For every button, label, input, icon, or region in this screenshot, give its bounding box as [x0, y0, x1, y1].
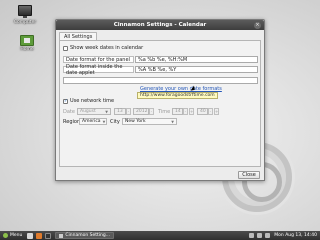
show-week-dates-label: Show week dates in calendar	[70, 45, 144, 51]
city-label: City	[110, 118, 120, 125]
terminal-icon[interactable]	[45, 232, 52, 239]
window-titlebar[interactable]: Cinnamon Settings - Calendar ×	[56, 20, 264, 30]
menu-button[interactable]: Menu	[1, 233, 24, 238]
region-select[interactable]: America ▼	[79, 118, 107, 125]
date-time-row: Date August ▼ 13 - 2012 - Time 14 - + 40…	[63, 108, 219, 115]
format-preview-field	[63, 77, 258, 84]
region-city-row: Region America ▼ City New York ▼	[63, 118, 177, 125]
clock[interactable]: Mon Aug 13, 14:40	[274, 233, 317, 238]
city-value: New York	[125, 119, 146, 124]
battery-icon[interactable]	[265, 233, 271, 238]
year-decrement-button[interactable]: -	[149, 108, 154, 115]
minute-decrement-button[interactable]: -	[208, 108, 213, 115]
network-time-checkbox[interactable]: ✓	[63, 98, 68, 104]
format-applet-row: Date format inside the date applet %A %B…	[63, 64, 258, 76]
network-time-row: ✓ Use network time	[63, 98, 114, 104]
volume-icon[interactable]	[257, 233, 263, 238]
region-label: Region	[63, 118, 81, 125]
show-desktop-icon[interactable]	[27, 232, 34, 239]
computer-icon	[18, 5, 32, 18]
close-button[interactable]: Close	[238, 171, 260, 179]
task-label: Cinnamon Setting...	[65, 233, 111, 238]
network-time-label: Use network time	[70, 98, 115, 104]
settings-window: Cinnamon Settings - Calendar × All Setti…	[55, 19, 265, 181]
show-week-dates-checkbox[interactable]	[63, 45, 68, 51]
firefox-icon[interactable]	[36, 232, 43, 239]
year-field[interactable]: 2012	[133, 108, 149, 115]
time-label: Time	[158, 108, 171, 115]
region-value: America	[82, 119, 101, 124]
format-panel-label: Date format for the panel	[63, 56, 134, 63]
chevron-down-icon: ▼	[105, 109, 108, 114]
show-week-dates-row: Show week dates in calendar	[63, 45, 143, 51]
desktop-icon-label: Computer	[13, 20, 37, 25]
taskbar: Menu Cinnamon Setting... Mon Aug 13, 14:…	[0, 231, 320, 240]
calendar-settings-panel: Show week dates in calendar Date format …	[59, 40, 261, 167]
hour-increment-button[interactable]: +	[189, 108, 194, 115]
format-applet-label: Date format inside the date applet	[63, 64, 134, 76]
format-panel-input[interactable]: %a %b %e, %H:%M	[135, 56, 258, 63]
month-value: August	[80, 109, 96, 114]
desktop-icon-home[interactable]: Home	[14, 35, 40, 52]
year-value: 2012	[136, 109, 148, 114]
home-folder-icon	[20, 35, 34, 46]
hour-decrement-button[interactable]: -	[183, 108, 188, 115]
minute-field[interactable]: 40	[197, 108, 208, 115]
hour-field[interactable]: 14	[172, 108, 183, 115]
hour-value: 14	[175, 109, 181, 114]
city-select[interactable]: New York ▼	[122, 118, 177, 125]
settings-icon	[59, 233, 64, 238]
day-decrement-button[interactable]: -	[126, 108, 131, 115]
day-value: 13	[117, 109, 123, 114]
system-tray: Mon Aug 13, 14:40	[246, 233, 320, 238]
day-field[interactable]: 13	[114, 108, 126, 115]
minute-value: 40	[200, 109, 206, 114]
network-icon[interactable]	[249, 233, 255, 238]
url-tooltip: http://www.foragoodstrftime.com	[137, 92, 218, 99]
chevron-down-icon: ▼	[102, 119, 106, 124]
window-title: Cinnamon Settings - Calendar	[113, 22, 207, 28]
window-close-icon[interactable]: ×	[254, 21, 261, 29]
format-applet-input[interactable]: %A %B %e, %Y	[135, 66, 258, 73]
month-select[interactable]: August ▼	[77, 108, 111, 115]
desktop-icon-label: Home	[20, 47, 34, 52]
chevron-down-icon: ▼	[171, 119, 174, 124]
date-label: Date	[63, 108, 75, 115]
task-cinnamon-settings[interactable]: Cinnamon Setting...	[55, 232, 115, 239]
desktop-icon-computer[interactable]: Computer	[12, 5, 38, 25]
menu-label: Menu	[10, 233, 23, 238]
format-panel-row: Date format for the panel %a %b %e, %H:%…	[63, 56, 258, 63]
window-body: All Settings Show week dates in calendar…	[56, 30, 264, 182]
mint-logo-icon	[3, 233, 8, 238]
minute-increment-button[interactable]: +	[214, 108, 219, 115]
